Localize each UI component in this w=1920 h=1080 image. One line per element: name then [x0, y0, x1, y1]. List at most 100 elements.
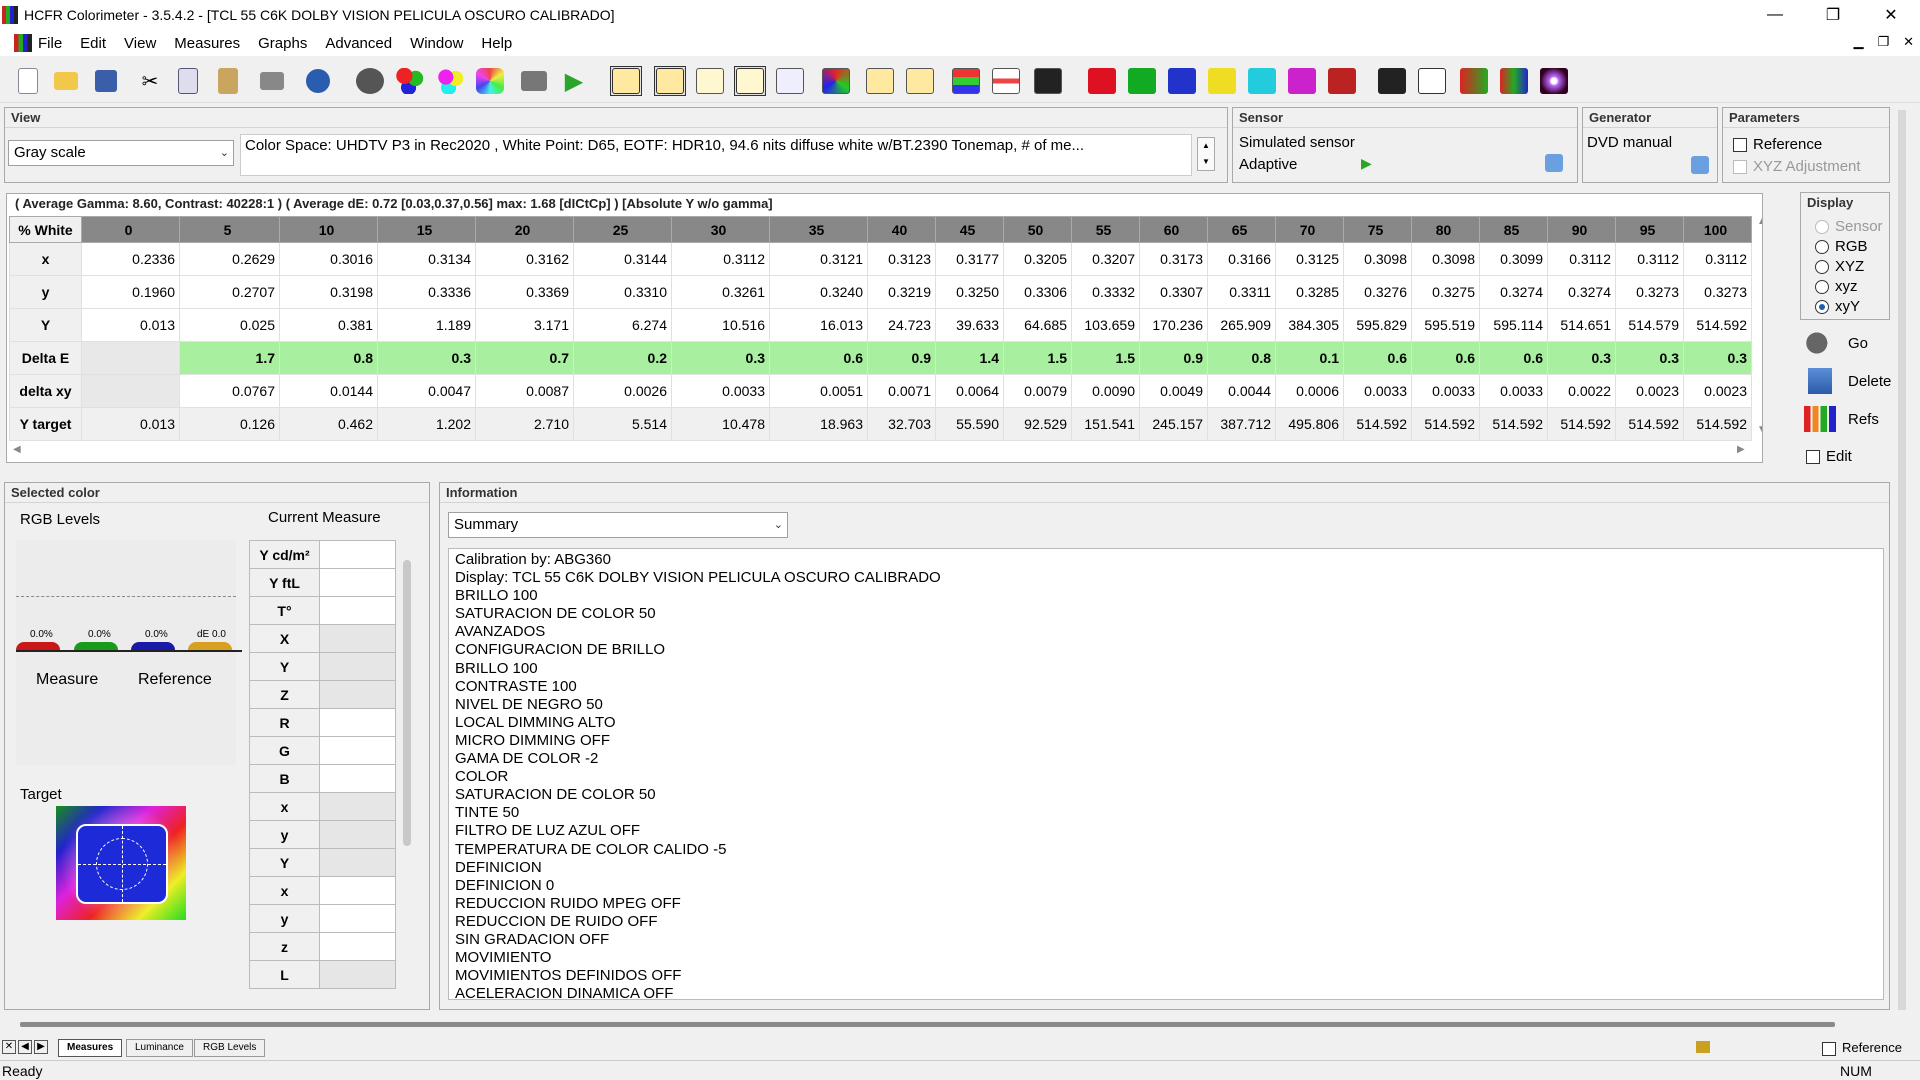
- print-icon[interactable]: [256, 66, 288, 96]
- grid-cell[interactable]: 514.592: [1411, 407, 1480, 441]
- grid-cell[interactable]: 0.1: [1275, 341, 1344, 375]
- grid-cell[interactable]: 514.592: [1343, 407, 1412, 441]
- grid-cell[interactable]: 514.579: [1615, 308, 1684, 342]
- edit-checkbox[interactable]: Edit: [1806, 448, 1852, 465]
- grid-cell[interactable]: 0.0023: [1683, 374, 1752, 408]
- tab-rgb-levels[interactable]: RGB Levels: [194, 1039, 266, 1057]
- grid-cell[interactable]: 0.3307: [1139, 275, 1208, 309]
- grid-cell[interactable]: 495.806: [1275, 407, 1344, 441]
- grid-cell[interactable]: 514.592: [1479, 407, 1548, 441]
- grid-cell[interactable]: 0.3125: [1275, 242, 1344, 276]
- grid-cell[interactable]: 0.3310: [573, 275, 672, 309]
- checkbox-box[interactable]: [1822, 1041, 1836, 1056]
- grid-cell[interactable]: 0.3: [377, 341, 476, 375]
- grid-cell[interactable]: 0.2336: [81, 242, 180, 276]
- display-option-rgb[interactable]: RGB: [1815, 238, 1868, 255]
- grid-column-header[interactable]: 30: [671, 216, 770, 243]
- magenta-measure-icon[interactable]: [1286, 66, 1318, 96]
- grid-column-header[interactable]: 25: [573, 216, 672, 243]
- mdi-minimize-button[interactable]: ▁: [1853, 34, 1863, 50]
- grid-column-header[interactable]: 15: [377, 216, 476, 243]
- grid-column-header[interactable]: 45: [935, 216, 1004, 243]
- checkbox-box[interactable]: [1733, 138, 1747, 153]
- grid-column-header[interactable]: 85: [1479, 216, 1548, 243]
- graph-view-7-icon[interactable]: [904, 66, 936, 96]
- grid-cell[interactable]: 5.514: [573, 407, 672, 441]
- grid-column-header[interactable]: 35: [769, 216, 868, 243]
- grid-cell[interactable]: 1.4: [935, 341, 1004, 375]
- close-button[interactable]: ✕: [1862, 0, 1920, 30]
- red-measure-icon[interactable]: [1086, 66, 1118, 96]
- red-saturation-icon[interactable]: [1326, 66, 1358, 96]
- grid-cell[interactable]: 1.202: [377, 407, 476, 441]
- grid-cell[interactable]: 0.0033: [671, 374, 770, 408]
- checkbox-box[interactable]: [1733, 160, 1747, 175]
- grid-cell[interactable]: 1.5: [1071, 341, 1140, 375]
- sensor-config-icon[interactable]: [1545, 154, 1563, 172]
- scroll-up-icon[interactable]: ▲: [1757, 216, 1762, 227]
- horizontal-scrollbar[interactable]: [20, 1022, 1835, 1027]
- tab-prev-icon[interactable]: ◀: [18, 1040, 32, 1054]
- grid-cell[interactable]: 0.3273: [1615, 275, 1684, 309]
- grid-column-header[interactable]: 75: [1343, 216, 1412, 243]
- grid-cell[interactable]: 0.3177: [935, 242, 1004, 276]
- copy-icon[interactable]: [172, 66, 204, 96]
- refs-button[interactable]: Refs: [1800, 402, 1894, 436]
- grid-cell[interactable]: 0.3311: [1207, 275, 1276, 309]
- mdi-restore-button[interactable]: ❐: [1877, 34, 1889, 50]
- minimize-button[interactable]: —: [1746, 0, 1804, 30]
- graph-view-8-icon[interactable]: [990, 66, 1022, 96]
- grid-column-header[interactable]: 80: [1411, 216, 1480, 243]
- paste-icon[interactable]: [212, 66, 244, 96]
- grid-cell[interactable]: 0.6: [1343, 341, 1412, 375]
- graph-view-5-icon[interactable]: [774, 66, 806, 96]
- grid-cell[interactable]: 0.462: [279, 407, 378, 441]
- grid-cell[interactable]: 1.7: [179, 341, 280, 375]
- grid-column-header[interactable]: 65: [1207, 216, 1276, 243]
- view-mode-dropdown[interactable]: Gray scale ⌄: [8, 140, 234, 166]
- checkbox-box[interactable]: [1806, 450, 1820, 465]
- grid-cell[interactable]: 10.478: [671, 407, 770, 441]
- grid-cell[interactable]: 16.013: [769, 308, 868, 342]
- secondaries-icon[interactable]: [434, 66, 466, 96]
- grid-cell[interactable]: [81, 374, 180, 408]
- grid-cell[interactable]: 0.3207: [1071, 242, 1140, 276]
- yellow-measure-icon[interactable]: [1206, 66, 1238, 96]
- play-icon[interactable]: ▶: [558, 66, 590, 96]
- grid-cell[interactable]: 0.3121: [769, 242, 868, 276]
- grid-cell[interactable]: 39.633: [935, 308, 1004, 342]
- radio-button[interactable]: [1815, 220, 1829, 235]
- graph-view-3-icon[interactable]: [694, 66, 726, 96]
- blue-measure-icon[interactable]: [1166, 66, 1198, 96]
- grid-cell[interactable]: 0.3134: [377, 242, 476, 276]
- grid-cell[interactable]: 0.3: [1547, 341, 1616, 375]
- display-option-xyz-lower[interactable]: xyz: [1815, 278, 1858, 295]
- measures-table[interactable]: % White 0 5 10 15 20 25 30 35 40 45 50 55 60 65 70 75 80 8…: [9, 216, 1752, 441]
- delete-button[interactable]: Delete: [1800, 364, 1894, 398]
- grid-cell[interactable]: 0.0033: [1479, 374, 1548, 408]
- grid-cell[interactable]: 0.0044: [1207, 374, 1276, 408]
- grid-cell[interactable]: 0.3250: [935, 275, 1004, 309]
- grid-cell[interactable]: 0.3173: [1139, 242, 1208, 276]
- menu-window[interactable]: Window: [401, 35, 472, 52]
- grid-cell[interactable]: 0.0087: [475, 374, 574, 408]
- grid-cell[interactable]: [81, 341, 180, 375]
- contrast-measure-icon[interactable]: [1458, 66, 1490, 96]
- grid-cell[interactable]: 1.5: [1003, 341, 1072, 375]
- grid-column-header[interactable]: 10: [279, 216, 378, 243]
- scroll-down-icon[interactable]: ▼: [1757, 424, 1762, 435]
- mdi-close-button[interactable]: ✕: [1903, 34, 1914, 50]
- tab-next-icon[interactable]: ▶: [34, 1040, 48, 1054]
- tab-measures[interactable]: Measures: [58, 1039, 123, 1057]
- radio-button[interactable]: [1815, 260, 1829, 275]
- menu-view[interactable]: View: [115, 35, 165, 52]
- grid-cell[interactable]: 0.9: [1139, 341, 1208, 375]
- grid-cell[interactable]: 0.0033: [1343, 374, 1412, 408]
- vertical-scrollbar[interactable]: [1898, 110, 1906, 1010]
- grid-cell[interactable]: 0.7: [475, 341, 574, 375]
- grid-cell[interactable]: 0.3016: [279, 242, 378, 276]
- grid-cell[interactable]: 32.703: [867, 407, 936, 441]
- grid-cell[interactable]: 0.3332: [1071, 275, 1140, 309]
- grid-cell[interactable]: 0.3274: [1479, 275, 1548, 309]
- grid-column-header[interactable]: 55: [1071, 216, 1140, 243]
